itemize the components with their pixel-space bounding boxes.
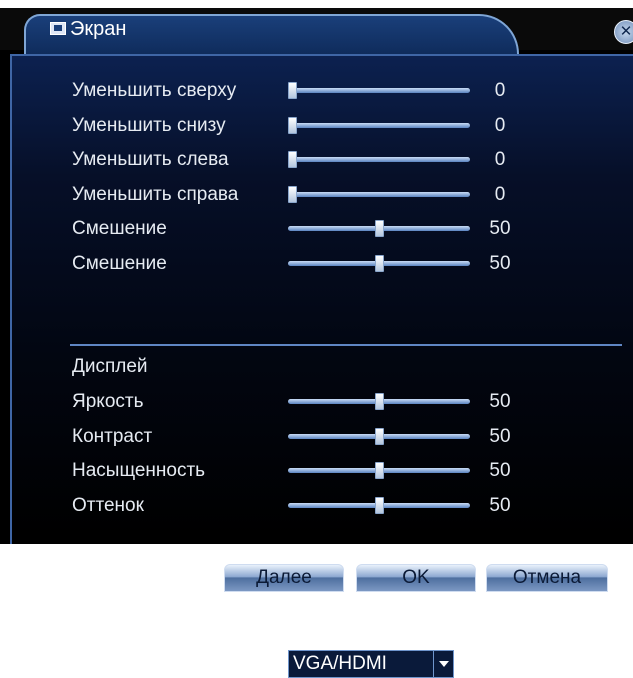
slider-label: Уменьшить слева bbox=[72, 149, 229, 170]
display-label: Дисплей bbox=[72, 356, 148, 377]
slider[interactable] bbox=[288, 422, 470, 452]
chevron-down-icon[interactable] bbox=[433, 651, 453, 677]
slider-thumb[interactable] bbox=[375, 427, 384, 445]
slider-thumb[interactable] bbox=[375, 254, 384, 272]
slider[interactable] bbox=[288, 456, 470, 486]
slider-value: 50 bbox=[489, 252, 511, 274]
slider-value: 0 bbox=[494, 183, 506, 205]
window-title: Экран bbox=[70, 18, 127, 40]
monitor-icon bbox=[50, 22, 66, 35]
slider-track bbox=[288, 88, 470, 93]
slider-thumb[interactable] bbox=[288, 151, 297, 168]
slider-thumb[interactable] bbox=[375, 220, 384, 237]
screen-settings-window: Экран ✕ Уменьшить сверху 0 Уменьшить снизу… bbox=[0, 8, 633, 678]
close-icon[interactable]: ✕ bbox=[614, 20, 633, 44]
slider-label: Оттенок bbox=[72, 494, 144, 516]
slider-label: Контраст bbox=[72, 425, 153, 447]
slider[interactable] bbox=[288, 145, 470, 175]
slider[interactable] bbox=[288, 214, 470, 244]
slider-label: Уменьшить снизу bbox=[72, 114, 226, 136]
settings-panel: Уменьшить сверху 0 Уменьшить снизу 0 Уменьши… bbox=[10, 54, 633, 678]
display-select-value: VGA/HDMI bbox=[293, 653, 387, 674]
title-bar: Экран ✕ bbox=[0, 8, 633, 54]
slider-label: Насыщенность bbox=[72, 460, 206, 481]
slider-value: 50 bbox=[489, 218, 511, 239]
slider-thumb[interactable] bbox=[288, 185, 297, 203]
slider[interactable] bbox=[288, 387, 470, 417]
slider[interactable] bbox=[288, 111, 470, 141]
slider-value: 50 bbox=[489, 391, 511, 412]
slider-label: Уменьшить справа bbox=[72, 183, 239, 205]
close-glyph: ✕ bbox=[619, 23, 633, 40]
slider-value: 0 bbox=[494, 149, 506, 170]
slider[interactable] bbox=[288, 180, 470, 210]
slider[interactable] bbox=[288, 249, 470, 279]
slider-value: 50 bbox=[489, 494, 511, 516]
slider-label: Яркость bbox=[72, 391, 144, 412]
slider-thumb[interactable] bbox=[375, 462, 384, 479]
display-select[interactable]: VGA/HDMI bbox=[288, 650, 454, 678]
section-divider bbox=[70, 344, 622, 346]
slider-thumb[interactable] bbox=[375, 496, 384, 514]
slider-track bbox=[288, 191, 470, 197]
ok-button[interactable]: OK bbox=[356, 564, 476, 592]
slider-value: 0 bbox=[494, 114, 506, 136]
slider-thumb[interactable] bbox=[288, 116, 297, 134]
slider[interactable] bbox=[288, 76, 470, 106]
slider-label: Смешение bbox=[72, 252, 167, 274]
slider-label: Уменьшить сверху bbox=[72, 80, 237, 101]
slider-thumb[interactable] bbox=[375, 393, 384, 410]
slider-value: 50 bbox=[489, 425, 511, 447]
cancel-button[interactable]: Отмена bbox=[486, 564, 608, 592]
next-button[interactable]: Далее bbox=[224, 564, 344, 592]
slider-value: 0 bbox=[494, 80, 506, 101]
slider-value: 50 bbox=[489, 460, 511, 481]
slider-label: Смешение bbox=[72, 218, 167, 239]
slider-track bbox=[288, 122, 470, 128]
slider-track bbox=[288, 157, 470, 162]
slider[interactable] bbox=[288, 491, 470, 521]
slider-thumb[interactable] bbox=[288, 82, 297, 99]
